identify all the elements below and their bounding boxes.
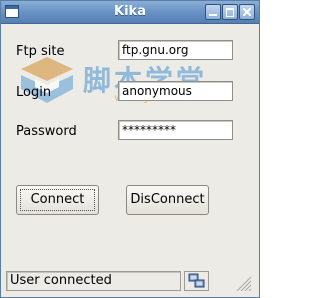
login-label: Login [16,85,52,100]
disconnect-button-label: DisConnect [130,192,205,207]
disconnect-button[interactable]: DisConnect [126,185,209,215]
minimize-button[interactable] [205,4,221,20]
title-bar[interactable]: Kika [1,1,259,24]
status-icon-box [184,271,209,291]
network-computers-icon [188,273,205,288]
password-input[interactable] [118,120,233,140]
status-text: User connected [10,273,112,288]
status-bar: User connected [6,271,181,291]
maximize-button[interactable] [222,4,238,20]
login-input[interactable] [118,81,233,101]
app-window: Kika 脚本学堂 www.jbxue.com Ftp site Login P… [0,0,260,298]
ftp-site-label: Ftp site [16,44,65,59]
close-icon [243,8,251,16]
ftp-site-input[interactable] [118,40,233,60]
focus-ring [20,189,95,211]
resize-grip[interactable] [233,273,253,291]
password-label: Password [16,124,77,139]
close-button[interactable] [239,4,255,20]
connect-button[interactable]: Connect [16,185,99,215]
